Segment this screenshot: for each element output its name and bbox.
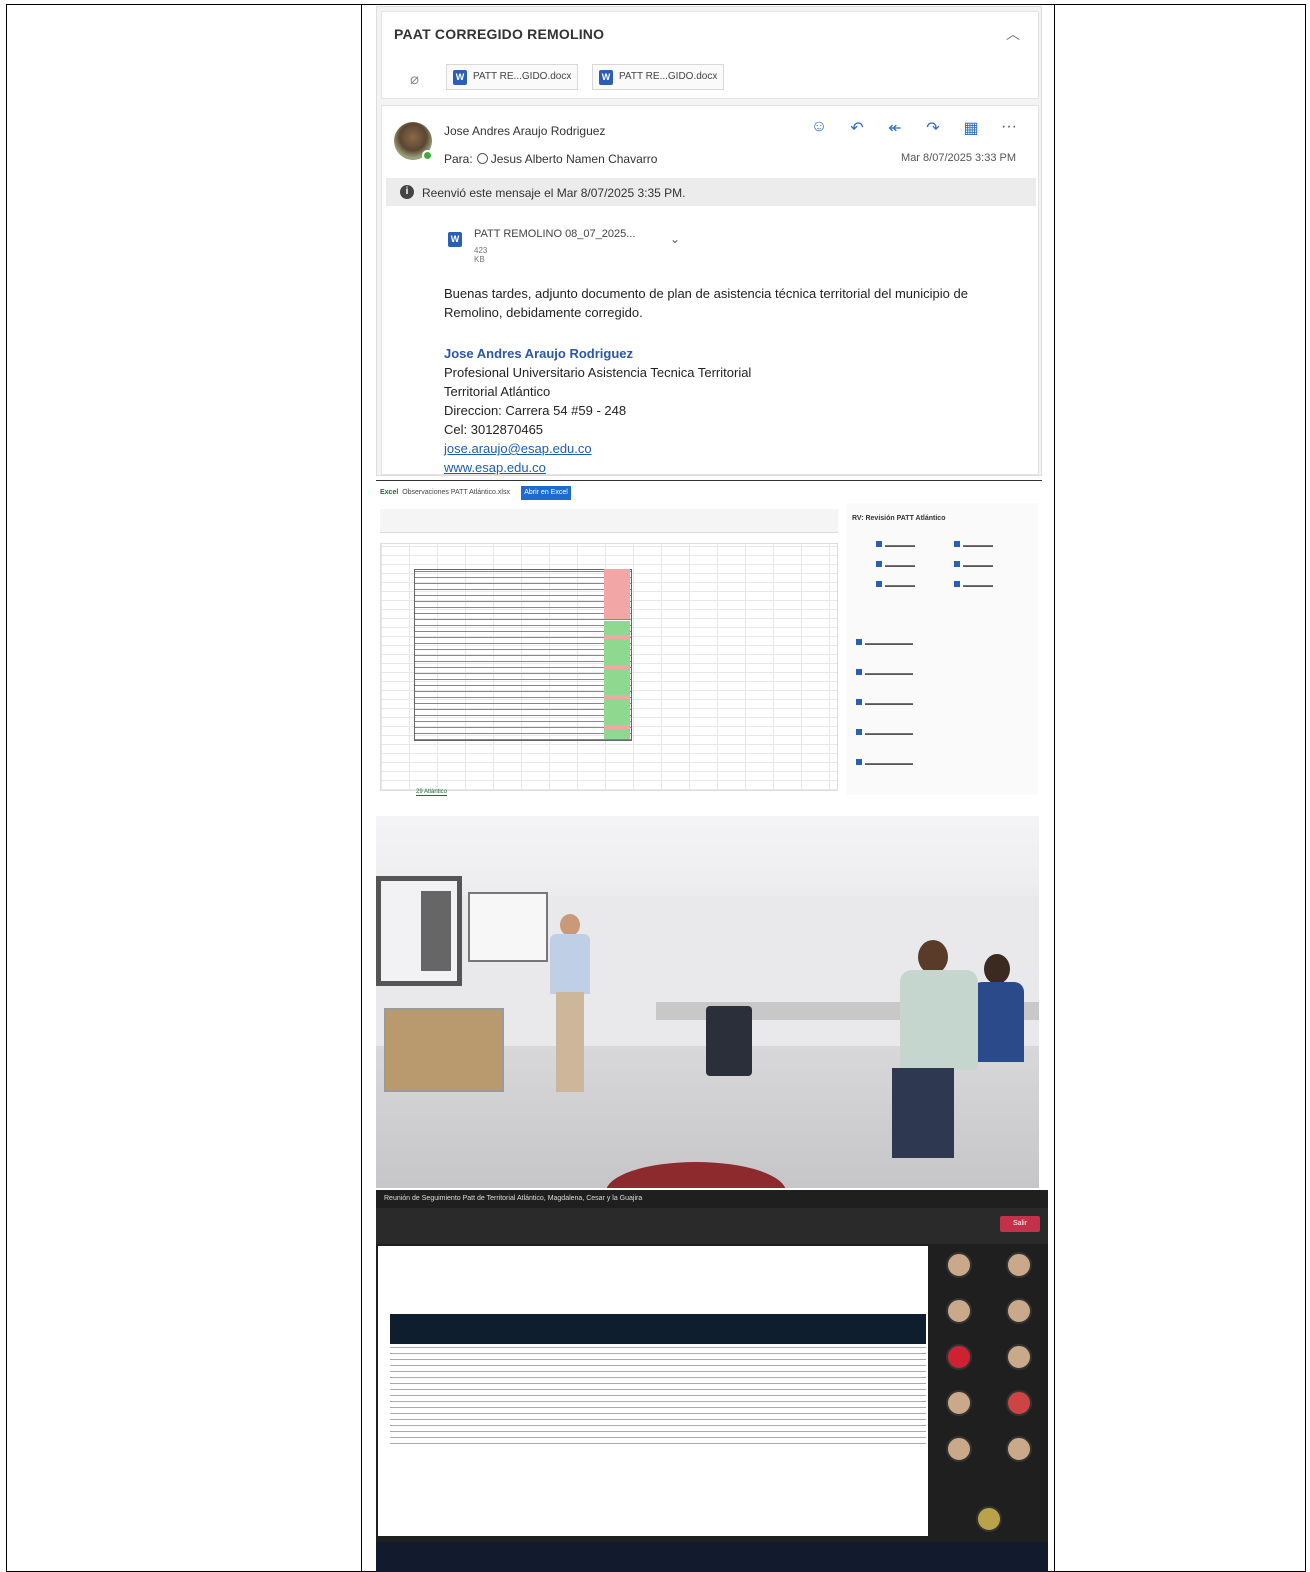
signature: Jose Andres Araujo Rodriguez Profesional… <box>444 344 751 477</box>
participant-avatar[interactable] <box>1006 1390 1032 1416</box>
email-message: Jose Andres Araujo Rodriguez Para: Jesus … <box>381 105 1039 475</box>
message-actions: ☺ ↶ ↞ ↷ ▦ ··· <box>810 118 1018 138</box>
paperclip-icon: ⌀ <box>410 71 420 88</box>
column-divider-right <box>1054 5 1055 1571</box>
windows-taskbar <box>376 1542 1048 1572</box>
thread-header: PAAT CORREGIDO REMOLINO ︿ ⌀ W PATT RE...… <box>381 11 1039 99</box>
forward-notice: i Reenvió este mensaje el Mar 8/07/2025 … <box>386 178 1036 206</box>
recipient-name[interactable]: Jesus Alberto Namen Chavarro <box>491 152 658 166</box>
calendar-icon[interactable]: ▦ <box>962 118 980 138</box>
participant-avatar[interactable] <box>946 1344 972 1370</box>
file-size: 423 KB <box>474 246 488 264</box>
attachment-chip[interactable]: ▬▬▬▬▬ <box>954 541 993 551</box>
signature-phone: Cel: 3012870465 <box>444 422 544 437</box>
signature-title: Profesional Universitario Asistencia Tec… <box>444 365 752 380</box>
file-row[interactable]: ▬▬▬▬▬▬▬▬ <box>856 729 913 739</box>
file-row[interactable]: ▬▬▬▬▬▬▬▬ <box>856 759 913 769</box>
to-label: Para: <box>444 152 473 166</box>
participant-avatar[interactable] <box>946 1298 972 1324</box>
whiteboard <box>468 892 548 962</box>
open-in-excel-button[interactable]: Abrir en Excel <box>521 486 571 500</box>
signature-address: Direccion: Carrera 54 #59 - 248 <box>444 403 627 418</box>
presence-indicator <box>422 150 433 161</box>
more-icon[interactable]: ··· <box>1000 118 1018 138</box>
app-name: Excel <box>380 489 399 496</box>
chair <box>706 1006 752 1076</box>
signature-email-link[interactable]: jose.araujo@esap.edu.co <box>444 439 751 458</box>
word-icon: W <box>453 70 467 85</box>
word-icon: W <box>599 70 613 85</box>
signature-name: Jose Andres Araujo Rodriguez <box>444 346 634 361</box>
column-divider-left <box>361 5 362 1571</box>
side-panel-title: RV: Revisión PATT Atlántico <box>852 515 946 522</box>
attachment-chip[interactable]: ▬▬▬▬▬ <box>876 581 915 591</box>
attachment-chip[interactable]: W PATT RE...GIDO.docx <box>446 64 579 90</box>
file-row[interactable]: ▬▬▬▬▬▬▬▬ <box>856 699 913 709</box>
status-cell-red <box>604 569 630 619</box>
attachment-chip[interactable]: W PATT RE...GIDO.docx <box>592 64 725 90</box>
participant-avatar[interactable] <box>946 1252 972 1278</box>
person-icon <box>476 153 488 164</box>
participant-avatar[interactable] <box>1006 1436 1032 1462</box>
attachment-name: PATT RE...GIDO.docx <box>473 71 572 82</box>
meeting-title: Reunión de Seguimiento Patt de Territori… <box>384 1195 643 1202</box>
participant-avatar[interactable] <box>1006 1252 1032 1278</box>
participant-avatar[interactable] <box>946 1436 972 1462</box>
chevron-down-icon[interactable]: ⌄ <box>670 232 680 246</box>
participant-avatar[interactable] <box>1006 1344 1032 1370</box>
shared-sheet-header <box>390 1314 926 1344</box>
status-column <box>604 621 630 739</box>
mail-side-panel: RV: Revisión PATT Atlántico ▬▬▬▬▬ ▬▬▬▬▬ … <box>846 503 1038 795</box>
forward-icon[interactable]: ↷ <box>924 118 942 138</box>
data-table <box>414 569 632 741</box>
recipient-line: Para: Jesus Alberto Namen Chavarro <box>444 152 657 166</box>
sender-name: Jose Andres Araujo Rodriguez <box>444 124 606 138</box>
attachment-chip[interactable]: ▬▬▬▬▬ <box>954 561 993 571</box>
presenter <box>546 914 594 1104</box>
attachment-chip[interactable]: ▬▬▬▬▬ <box>876 561 915 571</box>
workbook-title: Observaciones PATT Atlántico.xlsx <box>402 489 510 496</box>
meeting-photo <box>376 816 1039 1188</box>
participant-avatar[interactable] <box>1006 1298 1032 1324</box>
file-row[interactable]: ▬▬▬▬▬▬▬▬ <box>856 669 913 679</box>
file-name: PATT REMOLINO 08_07_2025... <box>474 228 636 240</box>
teacher-desk <box>384 1008 504 1092</box>
body-text: Buenas tardes, adjunto documento de plan… <box>444 286 968 320</box>
forward-text: Reenvió este mensaje el Mar 8/07/2025 3:… <box>422 186 686 200</box>
signature-web-link[interactable]: www.esap.edu.co <box>444 458 751 477</box>
word-icon: W <box>448 232 462 247</box>
sent-date: Mar 8/07/2025 3:33 PM <box>901 152 1016 164</box>
emoji-icon[interactable]: ☺ <box>810 118 828 138</box>
participant-tiles <box>932 1246 1048 1546</box>
meeting-toolbar <box>376 1208 1048 1244</box>
attachment-chip[interactable]: ▬▬▬▬▬ <box>876 541 915 551</box>
file-row[interactable]: ▬▬▬▬▬▬▬▬ <box>856 639 913 649</box>
teams-screenshot: Reunión de Seguimiento Patt de Territori… <box>376 1190 1048 1572</box>
signature-territory: Territorial Atlántico <box>444 384 551 399</box>
ceiling <box>376 816 1039 896</box>
attendee <box>892 940 978 1170</box>
shared-sheet-rows <box>390 1344 926 1444</box>
email-screenshot: PAAT CORREGIDO REMOLINO ︿ ⌀ W PATT RE...… <box>376 6 1042 476</box>
excel-screenshot: Excel Observaciones PATT Atlántico.xlsx … <box>376 480 1042 800</box>
excel-title-bar: Excel Observaciones PATT Atlántico.xlsx <box>380 489 510 496</box>
participant-avatar[interactable] <box>946 1390 972 1416</box>
leave-button[interactable]: Salir <box>1000 1216 1040 1232</box>
reply-all-icon[interactable]: ↞ <box>886 118 904 138</box>
email-body: Buenas tardes, adjunto documento de plan… <box>444 284 1004 322</box>
attachment-name: PATT RE...GIDO.docx <box>619 71 718 82</box>
attendee <box>972 954 1024 1074</box>
email-subject: PAAT CORREGIDO REMOLINO <box>394 26 605 42</box>
chevron-up-icon[interactable]: ︿ <box>1006 24 1020 44</box>
participant-avatar[interactable] <box>976 1506 1002 1532</box>
excel-ribbon <box>380 509 838 533</box>
info-icon: i <box>400 185 414 199</box>
projection-board <box>376 876 462 986</box>
sheet-tab[interactable]: 29 Atlántico <box>416 789 448 796</box>
reply-icon[interactable]: ↶ <box>848 118 866 138</box>
attachment-chip[interactable]: ▬▬▬▬▬ <box>954 581 993 591</box>
